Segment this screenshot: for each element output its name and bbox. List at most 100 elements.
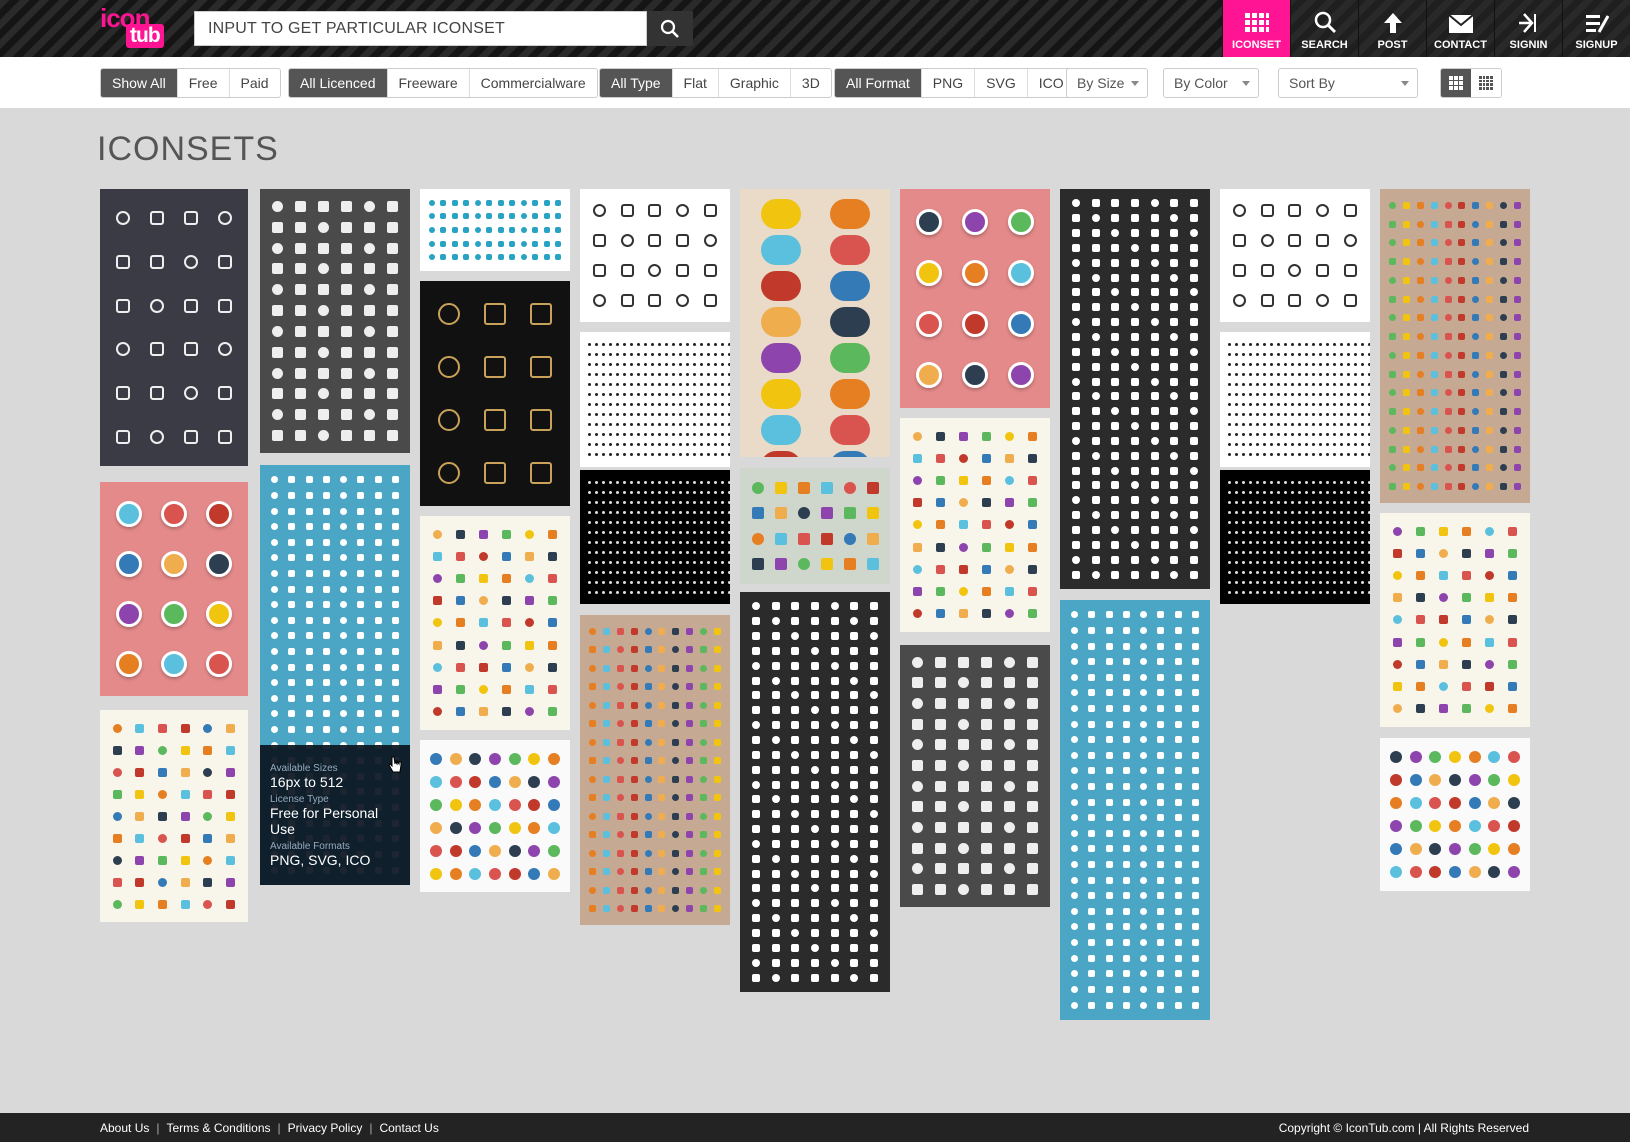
thumbnail-icon xyxy=(595,413,598,417)
iconset-card[interactable] xyxy=(900,189,1050,408)
iconset-card[interactable] xyxy=(580,470,730,604)
iconset-card[interactable] xyxy=(740,189,890,457)
iconset-card[interactable] xyxy=(1380,513,1530,727)
iconset-card[interactable] xyxy=(100,189,248,466)
thumbnail-icon xyxy=(1326,403,1329,406)
nav-signin[interactable]: SIGNIN xyxy=(1494,0,1562,57)
thumbnail-icon xyxy=(1105,892,1113,900)
thumbnail-icon xyxy=(1027,760,1038,772)
thumbnail-icon xyxy=(644,757,652,765)
iconset-card[interactable] xyxy=(260,189,410,453)
iconset-card[interactable] xyxy=(580,615,730,925)
thumbnail-icon xyxy=(1312,570,1315,574)
thumbnail-icon xyxy=(703,204,717,218)
filter-show-all[interactable]: Show All xyxy=(101,69,177,97)
filter-3d[interactable]: 3D xyxy=(789,69,831,97)
thumbnail-icon xyxy=(1347,372,1350,376)
iconset-card[interactable] xyxy=(580,189,730,322)
thumbnail-icon xyxy=(391,648,399,655)
iconset-card[interactable] xyxy=(420,281,570,506)
thumbnail-icon xyxy=(751,884,760,893)
thumbnail-icon xyxy=(1354,570,1357,574)
iconset-card[interactable] xyxy=(1380,738,1530,891)
filter-free[interactable]: Free xyxy=(176,69,229,97)
iconset-card[interactable] xyxy=(100,710,248,922)
thumbnail-icon xyxy=(1354,413,1357,417)
filter-paid[interactable]: Paid xyxy=(228,69,280,97)
iconset-card[interactable] xyxy=(420,516,570,730)
sort-by-dropdown[interactable]: Sort By xyxy=(1278,68,1418,98)
thumbnail-icon xyxy=(1263,580,1266,584)
thumbnail-icon xyxy=(588,520,591,524)
filter-flat[interactable]: Flat xyxy=(671,69,718,97)
filter-freeware[interactable]: Freeware xyxy=(386,69,469,97)
thumbnail-icon xyxy=(456,707,465,717)
thumbnail-icon xyxy=(850,810,859,819)
iconset-card[interactable] xyxy=(580,332,730,467)
iconset-card[interactable] xyxy=(1060,600,1210,1020)
iconset-card[interactable] xyxy=(740,468,890,584)
thumbnail-icon xyxy=(1513,464,1521,472)
thumbnail-icon xyxy=(1105,611,1113,619)
thumbnail-icon xyxy=(1312,520,1315,524)
filter-all-format[interactable]: All Format xyxy=(835,69,921,97)
thumbnail-icon xyxy=(651,500,654,504)
filter-graphic[interactable]: Graphic xyxy=(717,69,790,97)
thumbnail-icon xyxy=(1174,767,1182,775)
small-grid-view-button[interactable] xyxy=(1471,69,1501,97)
footer-privacy-link[interactable]: Privacy Policy xyxy=(288,1121,363,1135)
thumbnail-icon xyxy=(644,560,647,564)
thumbnail-icon xyxy=(870,899,879,908)
iconset-card[interactable] xyxy=(100,482,248,696)
thumbnail-icon xyxy=(1088,985,1096,993)
thumbnail-icon xyxy=(1472,408,1480,416)
footer-terms-link[interactable]: Terms & Conditions xyxy=(166,1121,270,1135)
thumbnail-icon xyxy=(543,240,550,247)
thumbnail-icon xyxy=(588,392,591,396)
iconset-card[interactable] xyxy=(1060,189,1210,589)
thumbnail-icon xyxy=(1312,443,1315,447)
nav-contact[interactable]: CONTACT xyxy=(1426,0,1494,57)
thumbnail-icon xyxy=(1393,682,1402,692)
thumbnail-icon xyxy=(672,831,680,839)
thumbnail-icon xyxy=(616,560,619,564)
iconset-card[interactable] xyxy=(420,189,570,271)
filter-all-licenced[interactable]: All Licenced xyxy=(289,69,387,97)
thumbnail-icon xyxy=(609,362,612,366)
footer-contact-link[interactable]: Contact Us xyxy=(379,1121,438,1135)
thumbnail-icon xyxy=(456,596,465,606)
thumbnail-icon xyxy=(721,423,724,427)
thumbnail-icon xyxy=(1416,333,1424,341)
nav-post[interactable]: POST xyxy=(1358,0,1426,57)
thumbnail-icon xyxy=(1071,658,1079,666)
filter-png[interactable]: PNG xyxy=(920,69,974,97)
iconset-card[interactable] xyxy=(900,645,1050,907)
iconset-card[interactable] xyxy=(1220,189,1370,322)
search-input[interactable]: INPUT TO GET PARTICULAR ICONSET xyxy=(194,11,647,46)
iconset-card[interactable] xyxy=(1380,189,1530,503)
thumbnail-icon xyxy=(1468,820,1481,833)
iconset-card[interactable] xyxy=(1220,332,1370,467)
filter-svg[interactable]: SVG xyxy=(974,69,1027,97)
large-grid-view-button[interactable] xyxy=(1441,69,1471,97)
by-color-dropdown[interactable]: By Color xyxy=(1163,68,1259,98)
by-size-dropdown[interactable]: By Size xyxy=(1066,68,1148,98)
nav-search[interactable]: SEARCH xyxy=(1290,0,1358,57)
thumbnail-icon xyxy=(602,580,605,584)
iconset-card[interactable] xyxy=(420,740,570,892)
nav-iconset[interactable]: ICONSET xyxy=(1222,0,1290,57)
thumbnail-icon xyxy=(1468,750,1481,763)
search-button[interactable] xyxy=(647,11,693,46)
thumbnail-icon xyxy=(1071,767,1079,775)
icontub-logo[interactable]: icon tub xyxy=(100,3,166,48)
thumbnail-icon xyxy=(532,199,539,206)
footer-about-link[interactable]: About Us xyxy=(100,1121,149,1135)
iconset-card[interactable] xyxy=(1220,470,1370,604)
iconset-card[interactable] xyxy=(900,418,1050,632)
thumbnail-icon xyxy=(672,362,675,366)
nav-signup[interactable]: SIGNUP xyxy=(1562,0,1630,57)
iconset-card[interactable] xyxy=(740,592,890,992)
filter-all-type[interactable]: All Type xyxy=(600,69,672,97)
thumbnail-icon xyxy=(449,775,462,788)
filter-commercialware[interactable]: Commercialware xyxy=(468,69,597,97)
